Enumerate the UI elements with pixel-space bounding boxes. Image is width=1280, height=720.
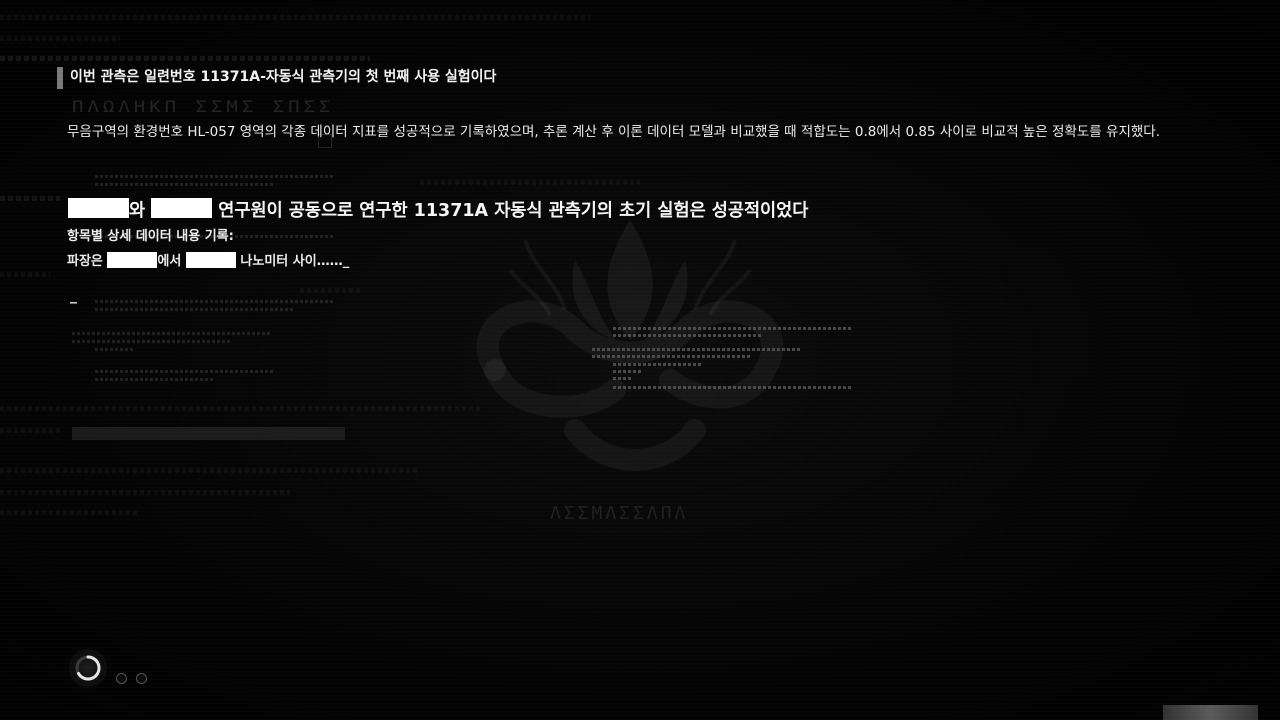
bg-code-line bbox=[0, 428, 60, 433]
header-accent-bar bbox=[57, 67, 63, 89]
redacted-name bbox=[151, 198, 213, 218]
log-headline: 와 연구원이 공동으로 연구한 11371A 자동식 관측기의 초기 실험은 성… bbox=[68, 198, 808, 224]
bg-code-line bbox=[72, 340, 232, 343]
headline-text: 연구원이 공동으로 연구한 11371A 자동식 관측기의 초기 실험은 성공적… bbox=[218, 201, 809, 221]
bg-code-line bbox=[0, 406, 480, 411]
redacted-name bbox=[68, 198, 129, 218]
bg-code-line bbox=[0, 196, 60, 201]
bg-code-line bbox=[0, 36, 120, 41]
bg-code-line bbox=[0, 56, 370, 61]
bg-code-line bbox=[95, 300, 335, 303]
loading-spinner-icon bbox=[71, 651, 105, 685]
observation-log-screen: ΠΛΩΛΗΚΠ ΣΣΜΣ ΣΠΣΣ ΛΣΣΜΛΣΣΛΠΛ 이번 관측은 일련번호… bbox=[0, 0, 1280, 720]
bg-code-line bbox=[72, 332, 272, 335]
log-header: 이번 관측은 일련번호 11371A-자동식 관측기의 첫 번째 사용 실험이다 bbox=[70, 69, 497, 85]
emblem-cipher-glyphs: ΛΣΣΜΛΣΣΛΠΛ bbox=[550, 503, 689, 524]
corner-button[interactable] bbox=[1163, 705, 1258, 720]
bg-code-line bbox=[0, 510, 140, 515]
text-cursor: _ bbox=[70, 288, 77, 304]
bg-code-line bbox=[0, 490, 290, 495]
log-summary: 무음구역의 환경번호 HL-057 영역의 각종 데이터 지표를 성공적으로 기… bbox=[67, 124, 1160, 140]
wavelength-mid: 에서 bbox=[157, 254, 182, 269]
background-progress-bar bbox=[72, 427, 345, 440]
bg-code-line bbox=[0, 15, 590, 20]
bg-code-line bbox=[95, 370, 275, 373]
bg-code-line bbox=[95, 348, 135, 351]
redacted-value bbox=[107, 252, 158, 268]
bg-code-line bbox=[300, 288, 360, 293]
page-dot[interactable] bbox=[116, 673, 127, 684]
bg-code-line bbox=[95, 175, 335, 178]
wavelength-suffix: 나노미터 사이……_ bbox=[240, 254, 350, 269]
page-dot[interactable] bbox=[136, 673, 147, 684]
bg-code-line bbox=[95, 183, 275, 186]
bg-code-line bbox=[420, 180, 640, 185]
faction-emblem-icon bbox=[476, 220, 784, 471]
bg-code-line bbox=[95, 378, 215, 381]
bg-code-line bbox=[0, 272, 50, 277]
headline-conjunction: 와 bbox=[129, 201, 146, 221]
detail-label: 항목별 상세 데이터 내용 기록: bbox=[67, 229, 234, 244]
cipher-glyphs: ΠΛΩΛΗΚΠ ΣΣΜΣ ΣΠΣΣ bbox=[72, 97, 335, 117]
redacted-value bbox=[185, 252, 236, 268]
bg-code-line bbox=[0, 468, 420, 473]
wavelength-prefix: 파장은 bbox=[67, 254, 103, 269]
wavelength-line: 파장은 에서 나노미터 사이……_ bbox=[67, 252, 349, 272]
bg-code-line bbox=[95, 308, 295, 311]
